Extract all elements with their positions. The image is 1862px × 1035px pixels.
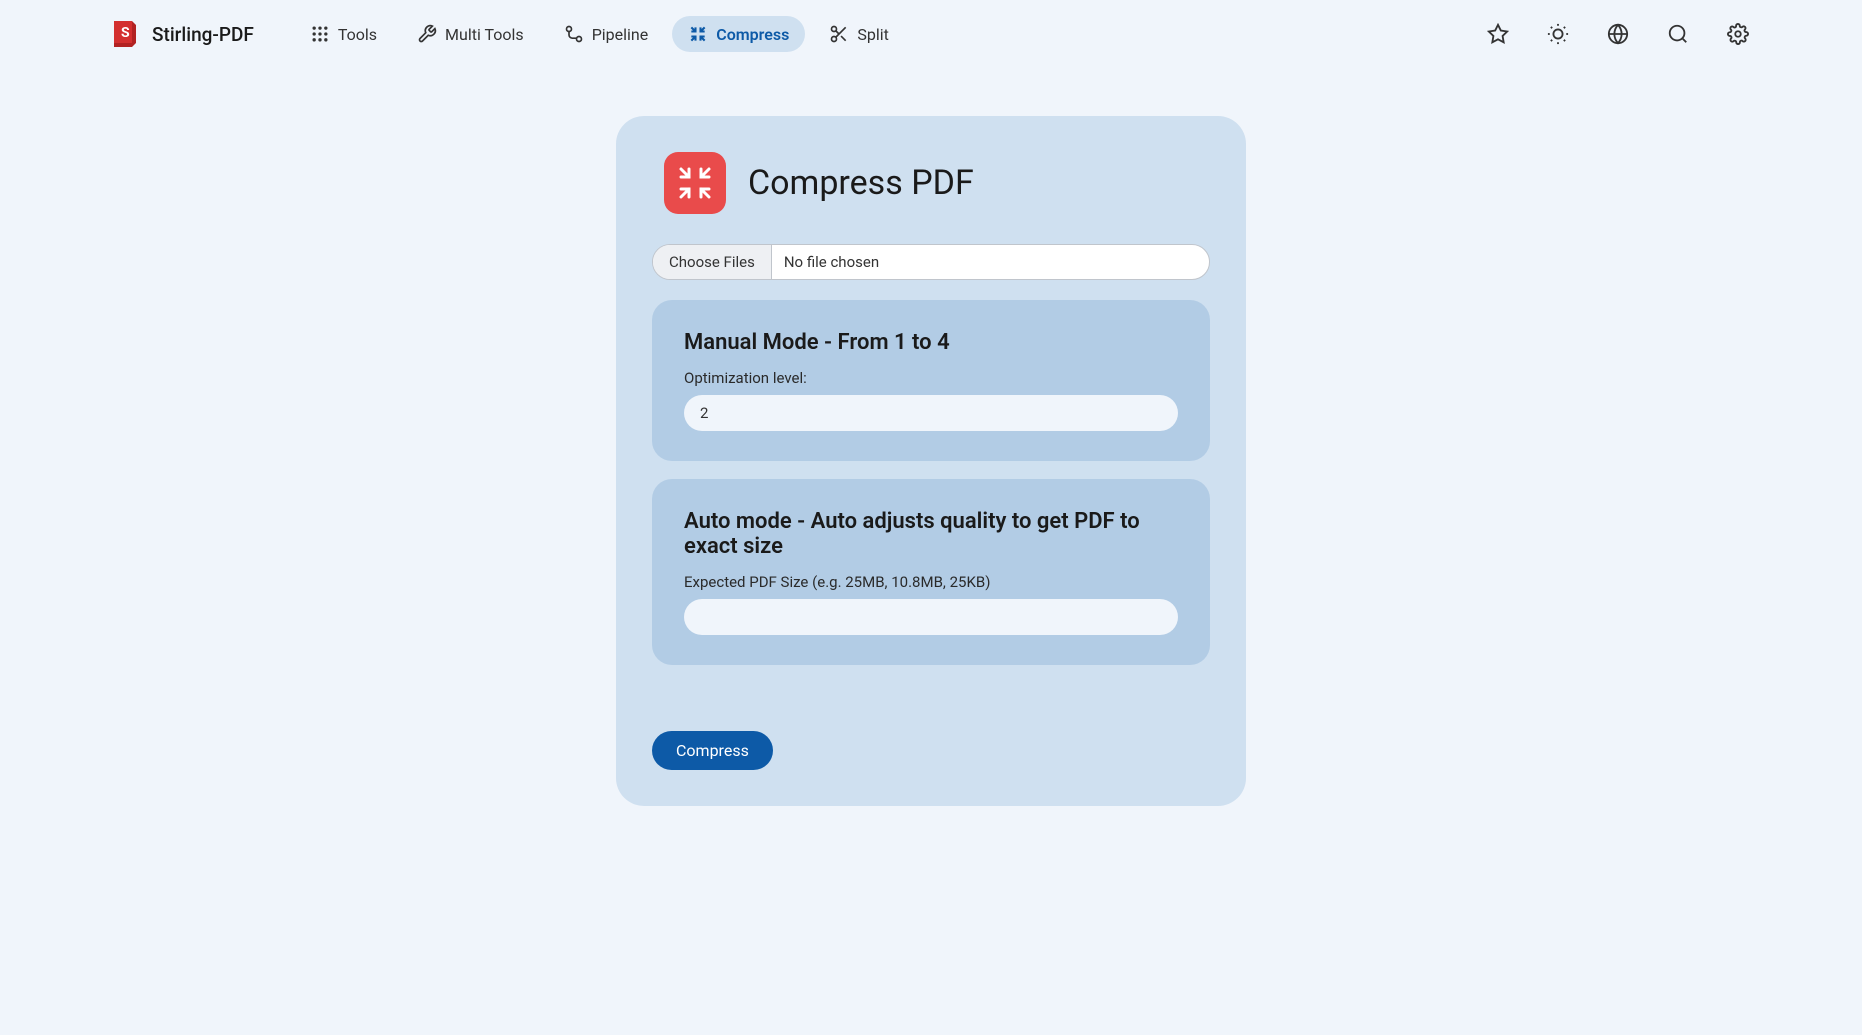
file-input[interactable]: Choose Files No file chosen (652, 244, 1210, 280)
theme-button[interactable] (1544, 20, 1572, 48)
manual-mode-section: Manual Mode - From 1 to 4 Optimization l… (652, 300, 1210, 461)
compress-page-icon (664, 152, 726, 214)
expected-size-label: Expected PDF Size (e.g. 25MB, 10.8MB, 25… (684, 573, 1178, 591)
nav-split[interactable]: Split (813, 16, 905, 52)
compress-card: Compress PDF Choose Files No file chosen… (616, 116, 1246, 806)
language-button[interactable] (1604, 20, 1632, 48)
search-icon (1667, 23, 1689, 45)
page-title: Compress PDF (748, 163, 974, 203)
grid-icon (310, 24, 330, 44)
expected-size-input[interactable] (684, 599, 1178, 635)
tools-icon (417, 24, 437, 44)
favorites-button[interactable] (1484, 20, 1512, 48)
nav-split-label: Split (857, 25, 889, 44)
nav-tools-label: Tools (338, 25, 377, 44)
nav-pipeline[interactable]: Pipeline (548, 16, 665, 52)
globe-icon (1607, 23, 1629, 45)
nav-pipeline-label: Pipeline (592, 25, 649, 44)
manual-mode-title: Manual Mode - From 1 to 4 (684, 330, 1178, 355)
pipeline-icon (564, 24, 584, 44)
card-header: Compress PDF (652, 152, 1210, 214)
compress-submit-button[interactable]: Compress (652, 731, 773, 770)
topbar: S Stirling-PDF Tools Multi Tools Pipelin… (0, 0, 1862, 68)
brand-logo-icon: S (110, 19, 140, 49)
nav-multi-tools-label: Multi Tools (445, 25, 524, 44)
gear-icon (1727, 23, 1749, 45)
brand-name: Stirling-PDF (152, 23, 254, 46)
star-icon (1487, 23, 1509, 45)
compress-icon (688, 24, 708, 44)
nav-multi-tools[interactable]: Multi Tools (401, 16, 540, 52)
search-button[interactable] (1664, 20, 1692, 48)
auto-mode-title: Auto mode - Auto adjusts quality to get … (684, 509, 1178, 559)
nav-compress[interactable]: Compress (672, 16, 805, 52)
topbar-right-icons (1484, 20, 1752, 48)
optimization-level-input[interactable] (684, 395, 1178, 431)
auto-mode-section: Auto mode - Auto adjusts quality to get … (652, 479, 1210, 665)
file-status: No file chosen (772, 245, 1209, 279)
scissors-icon (829, 24, 849, 44)
settings-button[interactable] (1724, 20, 1752, 48)
optimization-level-label: Optimization level: (684, 369, 1178, 387)
choose-files-button[interactable]: Choose Files (653, 245, 772, 279)
nav-tools[interactable]: Tools (294, 16, 393, 52)
main: Compress PDF Choose Files No file chosen… (0, 68, 1862, 806)
svg-text:S: S (121, 25, 130, 41)
nav-compress-label: Compress (716, 25, 789, 44)
brand[interactable]: S Stirling-PDF (110, 19, 254, 49)
sun-icon (1547, 23, 1569, 45)
